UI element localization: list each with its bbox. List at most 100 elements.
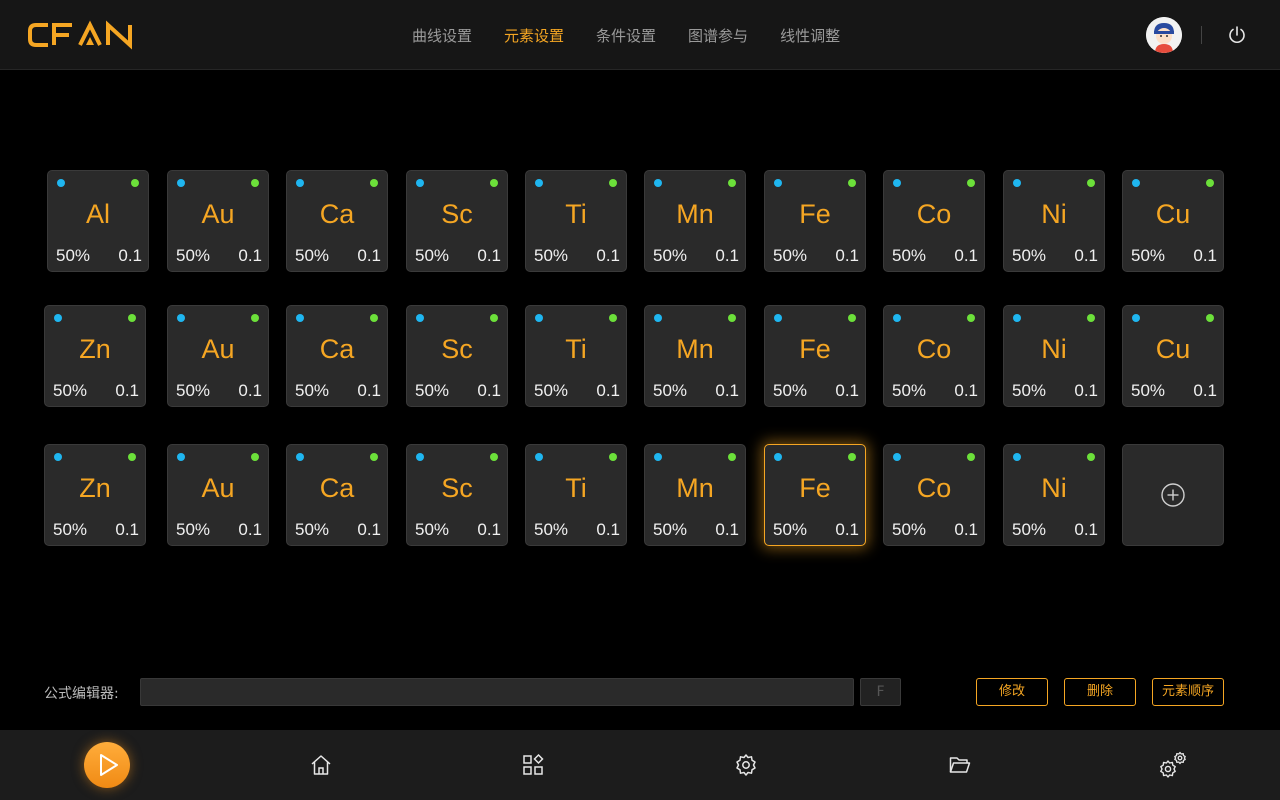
- nav-tab-2[interactable]: 条件设置: [580, 25, 672, 46]
- plus-circle-icon: [1161, 483, 1185, 507]
- status-dot-blue: [1013, 314, 1021, 322]
- status-dot-green: [1087, 453, 1095, 461]
- element-value: 0.1: [115, 520, 139, 539]
- element-percent: 50%: [892, 520, 927, 539]
- status-dot-green: [370, 179, 378, 187]
- play-icon: [100, 754, 118, 776]
- status-dot-green: [490, 453, 498, 461]
- modify-button[interactable]: 修改: [976, 678, 1048, 706]
- element-tile[interactable]: Sc 50% 0.1: [406, 444, 508, 546]
- status-dot-blue: [416, 453, 424, 461]
- element-tile[interactable]: Zn 50% 0.1: [44, 305, 146, 407]
- element-order-button[interactable]: 元素顺序: [1152, 678, 1224, 706]
- element-symbol: Sc: [441, 199, 473, 229]
- element-tile[interactable]: Mn 50% 0.1: [644, 444, 746, 546]
- element-percent: 50%: [415, 246, 450, 265]
- element-tile[interactable]: Ni 50% 0.1: [1003, 170, 1105, 272]
- status-dot-green: [967, 179, 975, 187]
- formula-editor-input[interactable]: [140, 678, 854, 706]
- element-value: 0.1: [477, 246, 501, 265]
- element-symbol: Au: [201, 334, 235, 364]
- formula-f-button[interactable]: F: [860, 678, 901, 706]
- element-tile[interactable]: Ca 50% 0.1: [286, 170, 388, 272]
- status-dot-green: [490, 179, 498, 187]
- element-tile[interactable]: Co 50% 0.1: [883, 170, 985, 272]
- element-tile[interactable]: Ni 50% 0.1: [1003, 444, 1105, 546]
- element-value: 0.1: [596, 381, 620, 400]
- element-percent: 50%: [53, 520, 88, 539]
- element-value: 0.1: [1074, 381, 1098, 400]
- nav-tab-3[interactable]: 图谱参与: [672, 25, 764, 46]
- nav-tab-1[interactable]: 元素设置: [488, 25, 580, 46]
- header-divider: [1201, 26, 1202, 44]
- element-tile[interactable]: Au 50% 0.1: [167, 305, 269, 407]
- element-value: 0.1: [238, 381, 262, 400]
- element-tile[interactable]: Sc 50% 0.1: [406, 170, 508, 272]
- element-tile[interactable]: Ti 50% 0.1: [525, 170, 627, 272]
- element-percent: 50%: [534, 246, 569, 265]
- status-dot-green: [728, 453, 736, 461]
- status-dot-blue: [416, 314, 424, 322]
- element-symbol: Cu: [1155, 334, 1191, 364]
- delete-button[interactable]: 删除: [1064, 678, 1136, 706]
- add-element-button[interactable]: [1122, 444, 1224, 546]
- power-icon[interactable]: [1226, 24, 1248, 46]
- element-value: 0.1: [1193, 381, 1217, 400]
- element-percent: 50%: [56, 246, 91, 265]
- element-tile[interactable]: Cu 50% 0.1: [1122, 170, 1224, 272]
- element-percent: 50%: [773, 520, 808, 539]
- element-tile[interactable]: Fe 50% 0.1: [764, 305, 866, 407]
- status-dot-blue: [296, 453, 304, 461]
- element-value: 0.1: [954, 520, 978, 539]
- element-symbol: Mn: [676, 334, 714, 364]
- status-dot-green: [848, 453, 856, 461]
- status-dot-blue: [654, 179, 662, 187]
- nav-tab-0[interactable]: 曲线设置: [396, 25, 488, 46]
- play-button[interactable]: [84, 742, 130, 788]
- element-value: 0.1: [357, 381, 381, 400]
- element-tile[interactable]: Mn 50% 0.1: [644, 170, 746, 272]
- status-dot-blue: [535, 453, 543, 461]
- element-value: 0.1: [1074, 520, 1098, 539]
- element-tile[interactable]: Ni 50% 0.1: [1003, 305, 1105, 407]
- element-tile[interactable]: Ca 50% 0.1: [286, 305, 388, 407]
- element-value: 0.1: [357, 520, 381, 539]
- element-value: 0.1: [357, 246, 381, 265]
- element-tile[interactable]: Ca 50% 0.1: [286, 444, 388, 546]
- element-tile[interactable]: Co 50% 0.1: [883, 444, 985, 546]
- element-value: 0.1: [477, 520, 501, 539]
- element-tile[interactable]: Cu 50% 0.1: [1122, 305, 1224, 407]
- element-tile[interactable]: Au 50% 0.1: [167, 444, 269, 546]
- home-icon[interactable]: [309, 753, 333, 777]
- element-value: 0.1: [835, 246, 859, 265]
- element-tile[interactable]: Ti 50% 0.1: [525, 305, 627, 407]
- nav-tab-4[interactable]: 线性调整: [764, 25, 856, 46]
- element-tile[interactable]: Fe 50% 0.1: [764, 170, 866, 272]
- element-symbol: Zn: [79, 473, 111, 503]
- element-value: 0.1: [835, 520, 859, 539]
- element-percent: 50%: [1131, 381, 1166, 400]
- main-nav: 曲线设置 元素设置 条件设置 图谱参与 线性调整: [396, 0, 856, 70]
- apps-icon[interactable]: [521, 753, 545, 777]
- element-value: 0.1: [835, 381, 859, 400]
- folder-icon[interactable]: [948, 753, 972, 777]
- settings-icon[interactable]: [734, 753, 758, 777]
- user-avatar[interactable]: [1146, 17, 1182, 53]
- advanced-settings-icon[interactable]: [1158, 750, 1188, 780]
- status-dot-blue: [654, 453, 662, 461]
- status-dot-green: [609, 179, 617, 187]
- status-dot-green: [1206, 179, 1214, 187]
- element-tile[interactable]: Co 50% 0.1: [883, 305, 985, 407]
- status-dot-blue: [535, 179, 543, 187]
- element-symbol: Al: [85, 199, 110, 229]
- element-tile[interactable]: Fe 50% 0.1: [764, 444, 866, 546]
- element-tile[interactable]: Au 50% 0.1: [167, 170, 269, 272]
- element-tile[interactable]: Mn 50% 0.1: [644, 305, 746, 407]
- element-symbol: Ni: [1041, 334, 1067, 364]
- element-tile[interactable]: Sc 50% 0.1: [406, 305, 508, 407]
- element-symbol: Co: [916, 334, 952, 364]
- element-tile[interactable]: Al 50% 0.1: [47, 170, 149, 272]
- element-percent: 50%: [534, 381, 569, 400]
- element-tile[interactable]: Ti 50% 0.1: [525, 444, 627, 546]
- element-tile[interactable]: Zn 50% 0.1: [44, 444, 146, 546]
